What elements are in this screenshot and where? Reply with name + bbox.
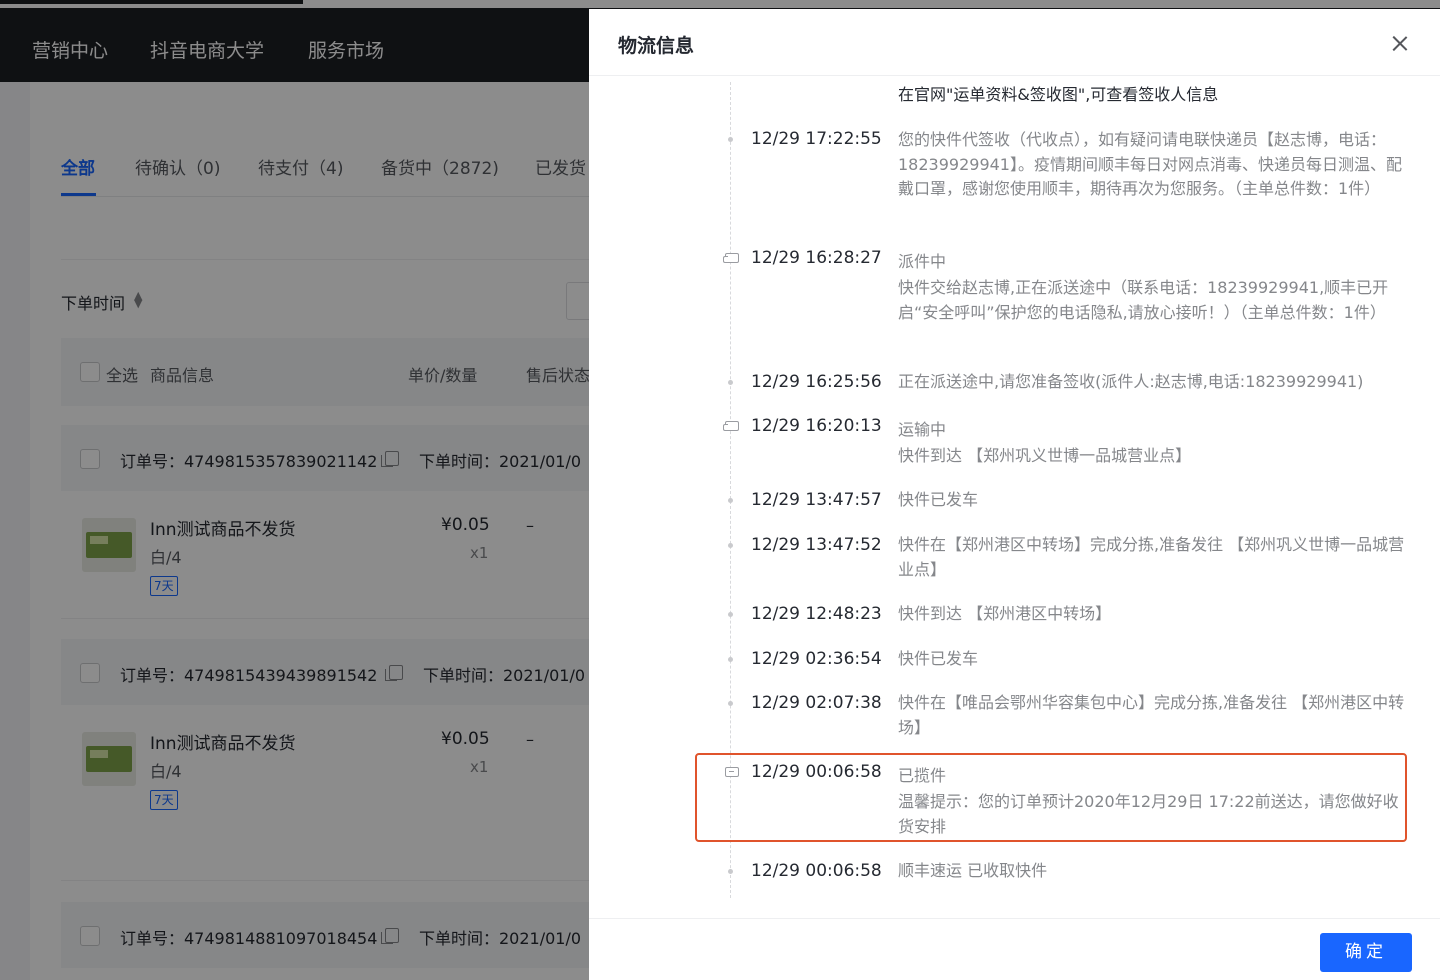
- timeline-detail: 顺丰速运 已收取快件: [898, 861, 1048, 880]
- timeline-dot: [728, 869, 733, 874]
- timeline-time: 12/29 02:07:38: [751, 693, 882, 713]
- close-icon[interactable]: [1388, 32, 1412, 56]
- timeline-dot: [728, 543, 733, 548]
- timeline-detail: 您的快件代签收（代收点），如有疑问请电联快递员【赵志博，电话：182399299…: [898, 130, 1402, 198]
- truck-icon: [723, 253, 739, 263]
- drawer-footer-divider: [589, 918, 1440, 919]
- drawer-title: 物流信息: [618, 35, 695, 57]
- timeline-dot: [728, 701, 733, 706]
- confirm-button[interactable]: 确定: [1320, 933, 1412, 972]
- timeline-time: 12/29 16:25:56: [751, 372, 882, 392]
- timeline-detail: 快件到达 【郑州港区中转场】: [898, 604, 1112, 623]
- timeline-time: 12/29 00:06:58: [751, 861, 882, 881]
- timeline-time: 12/29 02:36:54: [751, 649, 882, 669]
- timeline-detail: 快件在【唯品会鄂州华容集包中心】完成分拣,准备发往 【郑州港区中转场】: [898, 693, 1405, 737]
- timeline-dot: [728, 498, 733, 503]
- timeline-detail: 快件交给赵志博,正在派送途中（联系电话：18239929941,顺丰已开启“安全…: [898, 278, 1389, 322]
- timeline-time: 12/29 13:47:57: [751, 490, 882, 510]
- timeline-detail: 在官网"运单资料&签收图",可查看签收人信息: [898, 85, 1219, 104]
- timeline-status: 运输中: [898, 420, 947, 439]
- highlight-annotation-box: [695, 753, 1407, 842]
- truck-icon: [723, 421, 739, 431]
- timeline-status: 派件中: [898, 252, 947, 271]
- timeline-time: 12/29 17:22:55: [751, 129, 882, 149]
- timeline-dot: [728, 380, 733, 385]
- timeline-detail: 快件到达 【郑州巩义世博一品城营业点】: [898, 446, 1192, 465]
- timeline-time: 12/29 12:48:23: [751, 604, 882, 624]
- timeline-time: 12/29 16:20:13: [751, 416, 882, 436]
- timeline-time: 12/29 13:47:52: [751, 535, 882, 555]
- timeline-time: 12/29 16:28:27: [751, 248, 882, 268]
- timeline-detail: 正在派送途中,请您准备签收(派件人:赵志博,电话:18239929941): [898, 372, 1364, 391]
- drawer-header: 物流信息: [589, 9, 1440, 76]
- timeline-detail: 快件在【郑州港区中转场】完成分拣,准备发往 【郑州巩义世博一品城营业点】: [898, 535, 1405, 579]
- timeline-detail: 快件已发车: [898, 490, 979, 509]
- timeline-detail: 快件已发车: [898, 649, 979, 668]
- timeline-dot: [728, 657, 733, 662]
- timeline-dot: [728, 137, 733, 142]
- timeline-dot: [728, 612, 733, 617]
